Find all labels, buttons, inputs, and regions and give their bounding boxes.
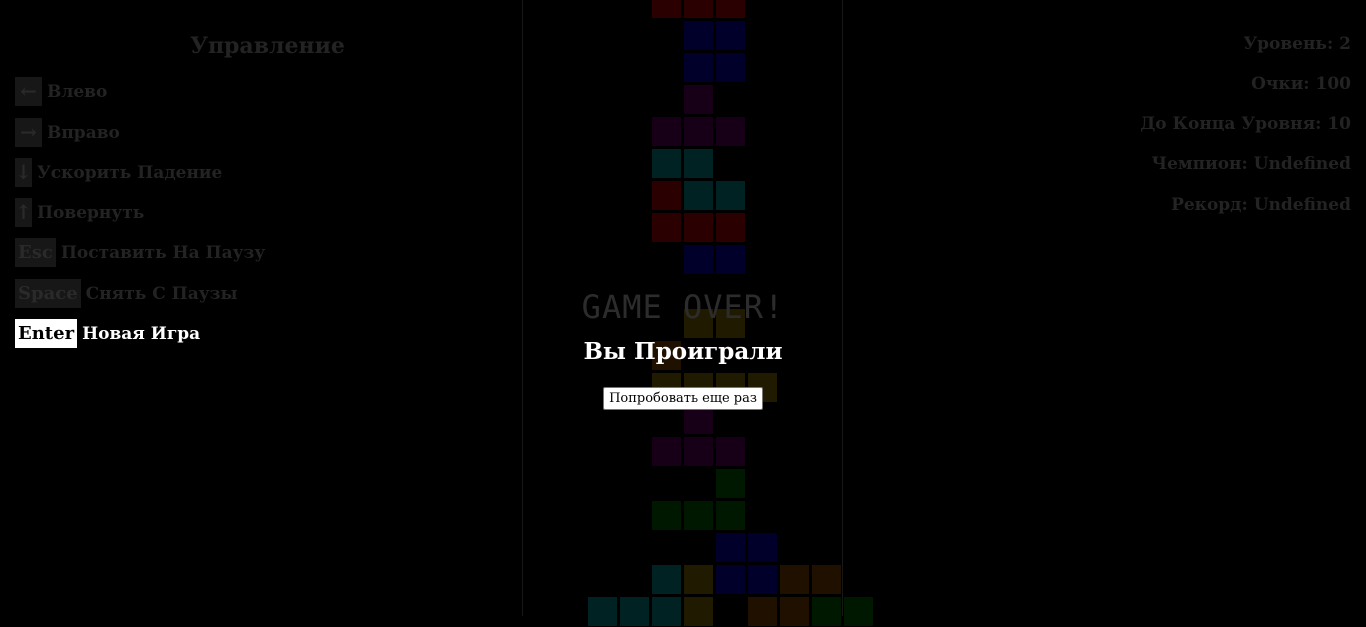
control-unpause: Space Снять С Паузы bbox=[15, 279, 238, 308]
board-cell bbox=[683, 500, 714, 531]
control-up: ↑ Повернуть bbox=[15, 198, 144, 227]
board-cell bbox=[843, 596, 874, 627]
control-label: Вправо bbox=[47, 122, 120, 143]
board-cell bbox=[651, 436, 682, 467]
control-right: → Вправо bbox=[15, 118, 120, 147]
lines-to-level-stat: До Конца Уровня: 10 bbox=[1140, 114, 1351, 134]
board-cell bbox=[651, 500, 682, 531]
control-pause: Esc Поставить На Паузу bbox=[15, 238, 265, 267]
board-cell bbox=[651, 596, 682, 627]
board-cell bbox=[715, 212, 746, 243]
lose-message: Вы Проиграли bbox=[583, 338, 783, 365]
board-cell bbox=[651, 0, 682, 19]
board-cell bbox=[651, 148, 682, 179]
board-cell bbox=[683, 148, 714, 179]
board-cell bbox=[715, 436, 746, 467]
board-cell bbox=[715, 20, 746, 51]
key-enter: Enter bbox=[15, 319, 78, 348]
board-cell bbox=[587, 596, 618, 627]
control-label: Новая Игра bbox=[82, 323, 201, 344]
score-stat: Очки: 100 bbox=[1251, 74, 1351, 94]
control-left: ← Влево bbox=[15, 77, 107, 106]
board-cell bbox=[779, 564, 810, 595]
record-stat: Рекорд: Undefined bbox=[1171, 195, 1351, 215]
key-down-arrow: ↓ bbox=[15, 158, 32, 187]
board-cell bbox=[683, 52, 714, 83]
board-cell bbox=[651, 116, 682, 147]
control-label: Снять С Паузы bbox=[85, 283, 238, 304]
key-up-arrow: ↑ bbox=[15, 198, 32, 227]
board-cell bbox=[683, 84, 714, 115]
board-cell bbox=[715, 564, 746, 595]
board-cell bbox=[715, 532, 746, 563]
control-label: Повернуть bbox=[37, 202, 145, 223]
board-cell bbox=[747, 564, 778, 595]
board-cell bbox=[715, 52, 746, 83]
board-cell bbox=[619, 596, 650, 627]
board-cell bbox=[683, 212, 714, 243]
controls-title: Управление bbox=[190, 33, 345, 59]
control-label: Поставить На Паузу bbox=[60, 242, 266, 263]
board-cell bbox=[651, 564, 682, 595]
board-cell bbox=[683, 180, 714, 211]
board-cell bbox=[683, 564, 714, 595]
board-cell bbox=[651, 180, 682, 211]
board-cell bbox=[811, 564, 842, 595]
board-cell bbox=[715, 244, 746, 275]
board-cell bbox=[715, 0, 746, 19]
key-esc: Esc bbox=[15, 238, 56, 267]
board-cell bbox=[683, 116, 714, 147]
board-cell bbox=[779, 596, 810, 627]
board-cell bbox=[715, 468, 746, 499]
board-cell bbox=[715, 180, 746, 211]
control-new-game: Enter Новая Игра bbox=[15, 319, 200, 348]
control-down: ↓ Ускорить Падение bbox=[15, 158, 222, 187]
board-cell bbox=[683, 20, 714, 51]
board-cell bbox=[747, 596, 778, 627]
board-cell bbox=[683, 244, 714, 275]
board-cell bbox=[651, 212, 682, 243]
game-over-title: GAME OVER! bbox=[581, 288, 785, 326]
retry-button[interactable]: Попробовать еще раз bbox=[603, 387, 763, 410]
key-space: Space bbox=[15, 279, 81, 308]
board-cell bbox=[715, 500, 746, 531]
control-label: Влево bbox=[47, 81, 108, 102]
board-cell bbox=[683, 436, 714, 467]
board-cell bbox=[747, 532, 778, 563]
board-cell bbox=[683, 596, 714, 627]
board-cell bbox=[683, 0, 714, 19]
key-left-arrow: ← bbox=[15, 77, 42, 106]
champion-stat: Чемпион: Undefined bbox=[1151, 154, 1351, 174]
board-cell bbox=[715, 116, 746, 147]
key-right-arrow: → bbox=[15, 118, 42, 147]
board-cell bbox=[811, 596, 842, 627]
level-stat: Уровень: 2 bbox=[1243, 34, 1351, 54]
control-label: Ускорить Падение bbox=[37, 162, 223, 183]
